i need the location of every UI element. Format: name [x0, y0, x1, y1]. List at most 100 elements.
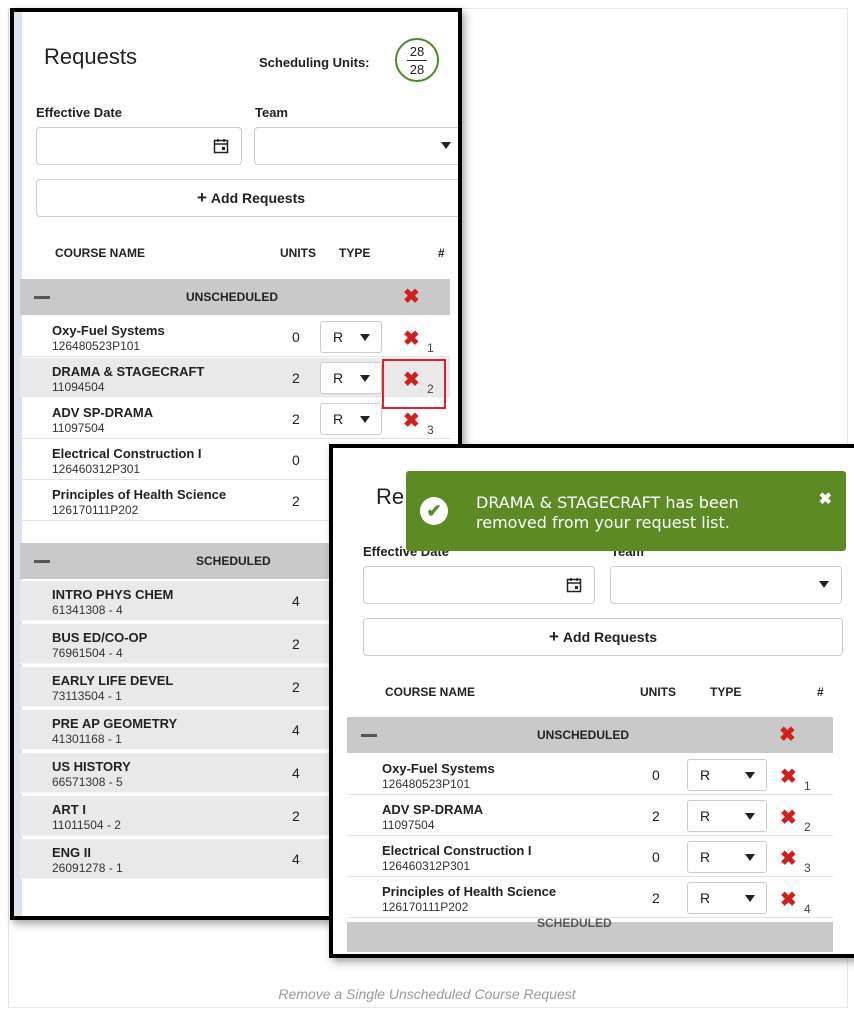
course-units: 4 — [292, 593, 300, 609]
remove-request-icon[interactable]: ✖ — [780, 849, 797, 869]
scheduled-label: SCHEDULED — [537, 916, 612, 930]
scheduled-label: SCHEDULED — [196, 554, 271, 568]
type-select[interactable]: R — [687, 759, 767, 791]
course-name: ADV SP-DRAMA — [52, 405, 154, 420]
course-id: 126460312P301 — [52, 462, 141, 476]
plus-icon: + — [548, 627, 559, 646]
effective-date-input[interactable] — [36, 127, 242, 165]
course-units: 0 — [292, 452, 300, 468]
chevron-down-icon — [360, 375, 370, 382]
calendar-icon[interactable] — [566, 577, 582, 593]
requests-panel-after: Re Effective Date Team + Add Requests COU… — [329, 444, 854, 958]
course-id: 126170111P202 — [382, 900, 469, 914]
chevron-down-icon — [745, 813, 755, 820]
highlight-remove-drama — [382, 359, 446, 409]
course-id: 26091278 - 1 — [52, 861, 123, 875]
course-name: Principles of Health Science — [382, 884, 557, 899]
row-number: 1 — [427, 341, 434, 355]
course-id: 126480523P101 — [52, 339, 141, 353]
course-id: 11011504 - 2 — [52, 818, 121, 832]
course-name: PRE AP GEOMETRY — [52, 716, 178, 731]
remove-request-icon[interactable]: ✖ — [780, 890, 797, 910]
remove-request-icon[interactable]: ✖ — [403, 411, 420, 431]
column-course-name: COURSE NAME — [55, 246, 146, 260]
course-name: DRAMA & STAGECRAFT — [52, 364, 205, 379]
course-id: 11097504 — [52, 421, 105, 435]
add-requests-button[interactable]: + Add Requests — [36, 179, 458, 217]
collapse-icon[interactable] — [34, 560, 50, 563]
page-title-partial: Re — [376, 484, 405, 509]
course-units: 2 — [292, 636, 300, 652]
page-title: Requests — [44, 44, 137, 69]
collapse-icon[interactable] — [361, 734, 377, 737]
course-units: 2 — [292, 411, 300, 427]
column-number: # — [438, 246, 445, 260]
team-select[interactable] — [254, 127, 458, 165]
chevron-down-icon — [745, 854, 755, 861]
row-number: 1 — [804, 779, 811, 793]
course-units: 2 — [652, 890, 660, 906]
type-select[interactable]: R — [687, 882, 767, 914]
column-number: # — [817, 685, 824, 699]
table-row: Electrical Construction I 126460312P301 … — [347, 837, 833, 877]
row-number: 3 — [804, 861, 811, 875]
remove-all-unscheduled-icon[interactable]: ✖ — [779, 725, 796, 745]
chevron-down-icon — [441, 142, 451, 149]
course-name: US HISTORY — [52, 759, 131, 774]
course-units: 0 — [652, 767, 660, 783]
course-name: EARLY LIFE DEVEL — [52, 673, 174, 688]
course-units: 2 — [292, 808, 300, 824]
remove-request-icon[interactable]: ✖ — [403, 329, 420, 349]
remove-request-icon[interactable]: ✖ — [780, 808, 797, 828]
course-id: 11094504 — [52, 380, 105, 394]
course-id: 66571308 - 5 — [52, 775, 123, 789]
type-select[interactable]: R — [687, 800, 767, 832]
type-select[interactable]: R — [320, 403, 382, 435]
remove-all-unscheduled-icon[interactable]: ✖ — [403, 287, 420, 307]
course-name: ENG II — [52, 845, 92, 860]
column-units: UNITS — [640, 685, 676, 699]
scheduled-group-header-partial: SCHEDULED — [347, 916, 833, 952]
table-row: Principles of Health Science 126170111P2… — [347, 878, 833, 918]
course-id: 126460312P301 — [382, 859, 471, 873]
scheduling-units-label: Scheduling Units: — [259, 55, 370, 70]
course-id: 126170111P202 — [52, 503, 139, 517]
course-name: Electrical Construction I — [382, 843, 532, 858]
type-value: R — [700, 849, 711, 865]
course-name: INTRO PHYS CHEM — [52, 587, 174, 602]
column-type: TYPE — [339, 246, 371, 260]
course-name: BUS ED/CO-OP — [52, 630, 148, 645]
calendar-icon[interactable] — [213, 138, 229, 154]
course-units: 2 — [292, 679, 300, 695]
close-icon[interactable]: ✖ — [819, 489, 832, 509]
figure-caption: Remove a Single Unscheduled Course Reque… — [278, 986, 576, 1002]
type-select[interactable]: R — [320, 362, 382, 394]
course-units: 0 — [652, 849, 660, 865]
add-requests-button[interactable]: + Add Requests — [363, 618, 843, 656]
remove-request-icon[interactable]: ✖ — [780, 767, 797, 787]
type-select[interactable]: R — [320, 321, 382, 353]
toast-message: DRAMA & STAGECRAFT has been removed from… — [476, 493, 739, 533]
course-id: 11097504 — [382, 818, 435, 832]
table-row: Oxy-Fuel Systems 126480523P101 0 R ✖ 1 — [347, 755, 833, 795]
add-requests-label: Add Requests — [210, 190, 306, 206]
type-select[interactable]: R — [687, 841, 767, 873]
unscheduled-label: UNSCHEDULED — [537, 728, 630, 742]
collapse-icon[interactable] — [34, 296, 50, 299]
course-id: 61341308 - 4 — [52, 603, 123, 617]
type-value: R — [333, 370, 344, 386]
units-used: 28 — [407, 43, 427, 61]
table-row: ADV SP-DRAMA 11097504 2 R ✖ 2 — [347, 796, 833, 836]
units-total: 28 — [409, 62, 425, 77]
course-units: 2 — [292, 493, 300, 509]
course-name: Oxy-Fuel Systems — [382, 761, 495, 776]
team-select[interactable] — [610, 566, 842, 604]
add-requests-label: Add Requests — [562, 629, 658, 645]
unscheduled-group-header[interactable]: UNSCHEDULED ✖ — [347, 717, 833, 753]
effective-date-input[interactable] — [363, 566, 595, 604]
course-name: ART I — [52, 802, 86, 817]
unscheduled-group-header[interactable]: UNSCHEDULED ✖ — [20, 279, 450, 315]
row-number: 2 — [804, 820, 811, 834]
course-units: 0 — [292, 329, 300, 345]
chevron-down-icon — [360, 416, 370, 423]
